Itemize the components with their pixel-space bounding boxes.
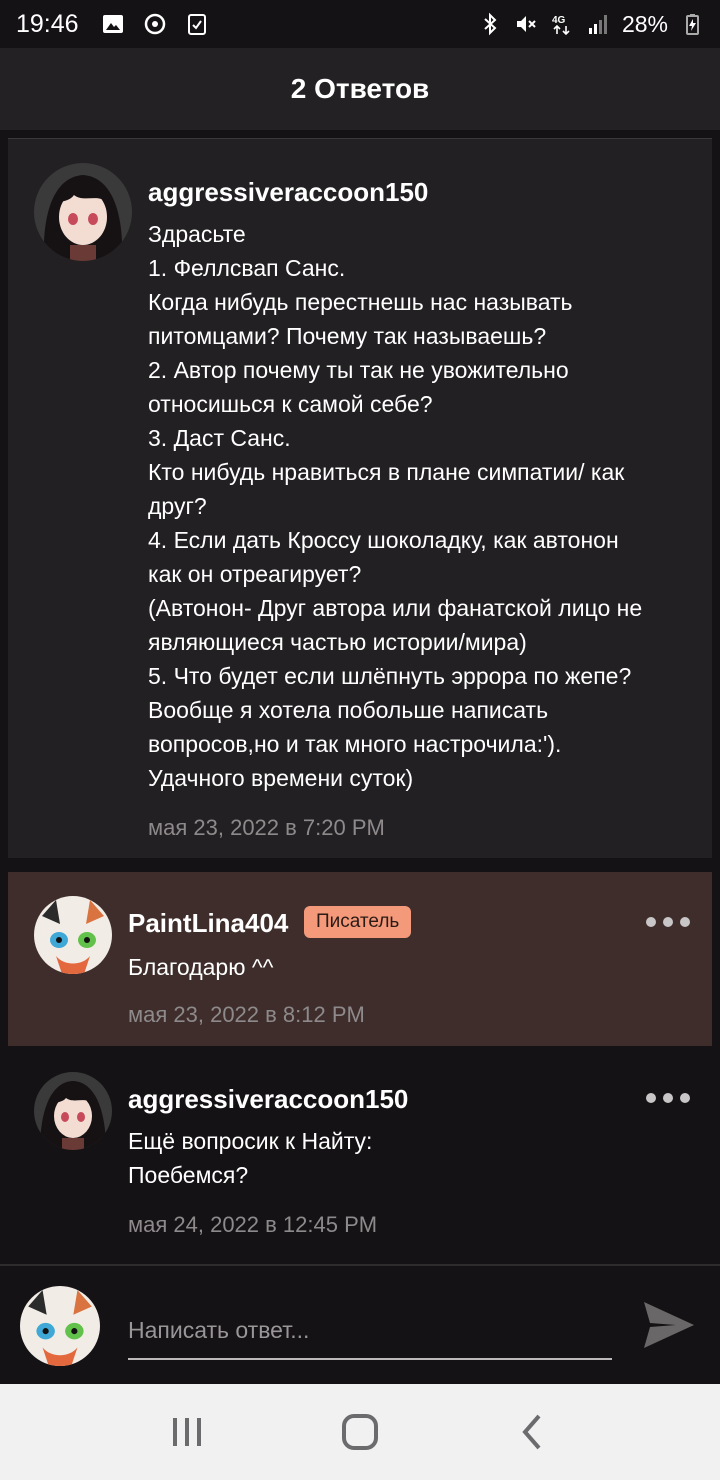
battery-charging-icon	[686, 14, 699, 35]
comment-timestamp: мая 23, 2022 в 7:20 PM	[148, 815, 385, 840]
signal-icon	[588, 15, 607, 34]
avatar[interactable]	[34, 1072, 112, 1150]
image-icon	[102, 15, 123, 33]
status-bar: 19:46 4G 28%	[0, 0, 720, 48]
more-options-button[interactable]	[646, 912, 690, 932]
cloud-sync-icon	[144, 13, 165, 35]
home-icon	[341, 1414, 378, 1450]
more-options-button[interactable]	[646, 1088, 690, 1108]
status-system-icons: 4G 28%	[478, 11, 704, 38]
page-title: 2 Ответов	[290, 73, 430, 104]
back-icon	[522, 1414, 541, 1450]
back-button[interactable]	[503, 1402, 563, 1462]
comment-timestamp: мая 23, 2022 в 8:12 PM	[128, 1002, 365, 1027]
original-comment: aggressiveraccoon150 Здрасьте 1. Феллсва…	[8, 138, 712, 858]
reply-composer	[0, 1264, 720, 1384]
reply-comment: aggressiveraccoon150 Ещё вопросик к Найт…	[8, 1060, 712, 1260]
system-nav-bar	[0, 1384, 720, 1480]
comment-timestamp: мая 24, 2022 в 12:45 PM	[128, 1212, 378, 1237]
svg-text:4G: 4G	[552, 15, 566, 26]
network-type-icon: 4G	[552, 15, 570, 36]
recent-apps-icon	[172, 1418, 201, 1446]
comment-author[interactable]: aggressiveraccoon150	[128, 1084, 408, 1115]
writer-badge: Писатель	[304, 906, 412, 938]
clipboard-check-icon	[187, 14, 206, 35]
reply-comment: PaintLina404 Писатель Благодарю ^^ мая 2…	[8, 872, 712, 1046]
avatar[interactable]	[34, 896, 112, 974]
battery-percent: 28%	[621, 10, 668, 37]
avatar[interactable]	[34, 163, 132, 261]
reply-input[interactable]	[128, 1302, 612, 1360]
status-notification-icons	[101, 12, 209, 36]
comment-text: Благодарю ^^	[128, 954, 274, 980]
current-user-avatar	[20, 1286, 100, 1366]
comment-text: Ещё вопросик к Найту: Поебемся?	[128, 1128, 373, 1188]
comment-author[interactable]: PaintLina404	[128, 908, 288, 939]
bluetooth-icon	[484, 12, 497, 36]
comment-author[interactable]: aggressiveraccoon150	[148, 177, 428, 208]
comment-text: Здрасьте 1. Феллсвап Санс. Когда нибудь …	[148, 221, 643, 791]
header: 2 Ответов	[0, 48, 720, 130]
home-button[interactable]	[330, 1402, 390, 1462]
mute-icon	[516, 16, 536, 32]
status-time: 19:46	[16, 9, 79, 38]
recent-apps-button[interactable]	[157, 1402, 217, 1462]
send-icon[interactable]	[640, 1296, 698, 1354]
